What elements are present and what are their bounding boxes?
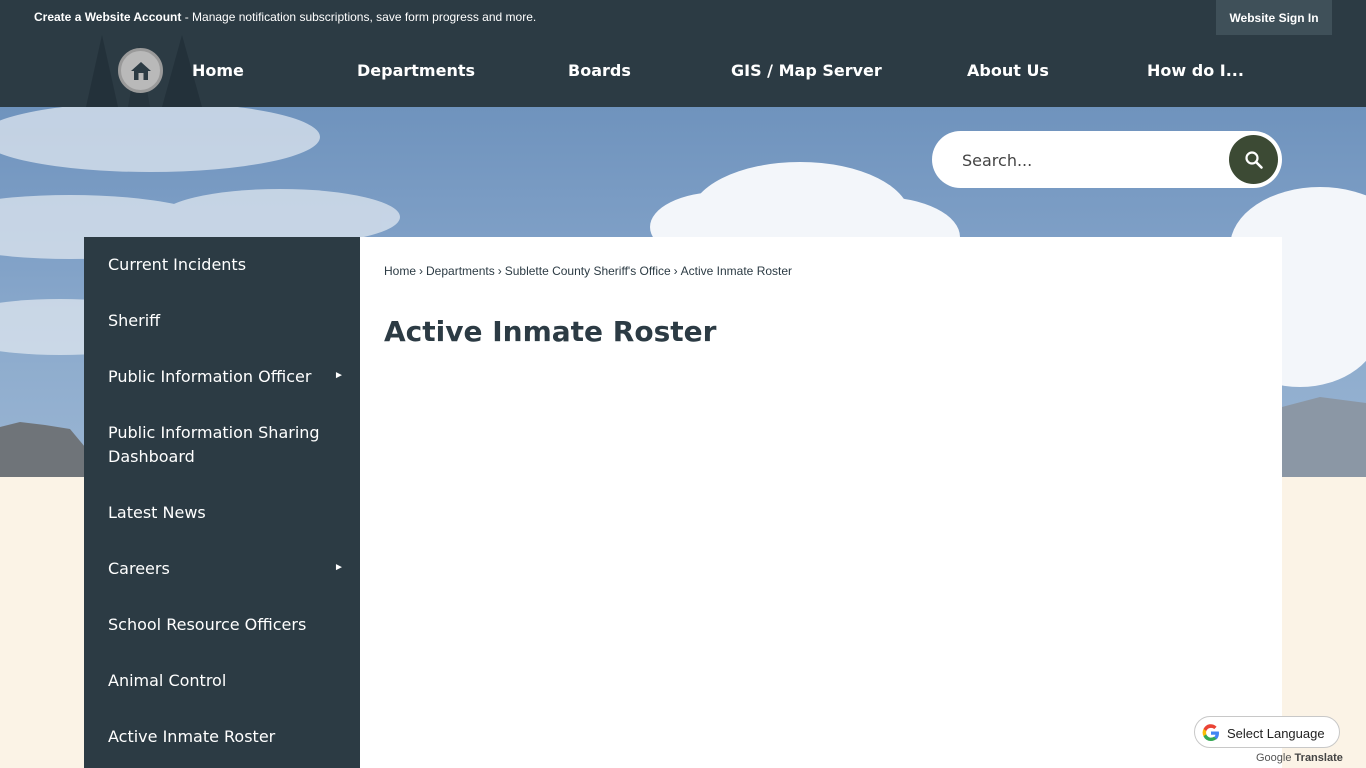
google-wordmark: Google [1256, 752, 1292, 764]
sidebar-item-school-resource-officers[interactable]: School Resource Officers [108, 613, 338, 637]
nav-departments[interactable]: Departments [357, 61, 475, 80]
language-select-label: Select Language [1227, 726, 1325, 741]
create-account-link[interactable]: Create a Website Account [34, 10, 181, 24]
breadcrumb-departments[interactable]: Departments [426, 264, 495, 278]
home-icon-button[interactable] [118, 48, 163, 93]
sidebar-item-public-information-officer[interactable]: Public Information Officer [108, 365, 338, 389]
sidebar-item-careers[interactable]: Careers [108, 557, 338, 581]
breadcrumb-separator: › [419, 264, 424, 278]
submenu-arrow-icon[interactable]: ► [334, 370, 344, 381]
google-g-icon [1202, 724, 1219, 742]
main-content: Home › Departments › Sublette County Sheriff… [360, 237, 1282, 768]
sidebar-item-sheriff[interactable]: Sheriff [108, 309, 338, 333]
sidebar-item-active-inmate-roster[interactable]: Active Inmate Roster [108, 725, 338, 749]
breadcrumb: Home › Departments › Sublette County Sheriff… [384, 264, 792, 278]
main-nav: Home Departments Boards GIS / Map Server… [0, 35, 1366, 107]
language-select[interactable]: Select Language [1194, 716, 1340, 748]
breadcrumb-home[interactable]: Home [384, 264, 416, 278]
breadcrumb-sheriffs-office[interactable]: Sublette County Sheriff's Office [505, 264, 671, 278]
sidebar-item-current-incidents[interactable]: Current Incidents [108, 253, 338, 277]
translate-link[interactable]: Translate [1295, 752, 1343, 764]
submenu-arrow-icon[interactable]: ► [334, 562, 344, 573]
nav-about-us[interactable]: About Us [967, 61, 1049, 80]
breadcrumb-current: Active Inmate Roster [680, 264, 793, 278]
website-sign-in-button[interactable]: Website Sign In [1216, 0, 1332, 35]
sidebar-nav: Current Incidents Sheriff Public Informa… [84, 237, 360, 768]
house-icon [130, 61, 151, 80]
page-title: Active Inmate Roster [384, 315, 717, 348]
sidebar-item-latest-news[interactable]: Latest News [108, 501, 338, 525]
powered-by-google-translate: Google Translate [1256, 752, 1343, 764]
breadcrumb-separator: › [497, 264, 502, 278]
search-box [932, 131, 1282, 188]
nav-home[interactable]: Home [192, 61, 244, 80]
nav-how-do-i[interactable]: How do I... [1147, 61, 1244, 80]
account-notice: Create a Website Account - Manage notifi… [34, 10, 536, 24]
breadcrumb-separator: › [673, 264, 678, 278]
nav-gis-map-server[interactable]: GIS / Map Server [731, 61, 882, 80]
utility-bar: Create a Website Account - Manage notifi… [0, 0, 1366, 35]
nav-boards[interactable]: Boards [568, 61, 631, 80]
search-icon [1244, 150, 1263, 169]
sidebar-item-public-information-sharing-dashboard[interactable]: Public Information Sharing Dashboard [108, 421, 338, 469]
search-input[interactable] [962, 147, 1212, 173]
search-button[interactable] [1229, 135, 1278, 184]
account-description: - Manage notification subscriptions, sav… [181, 10, 537, 24]
sidebar-item-animal-control[interactable]: Animal Control [108, 669, 338, 693]
